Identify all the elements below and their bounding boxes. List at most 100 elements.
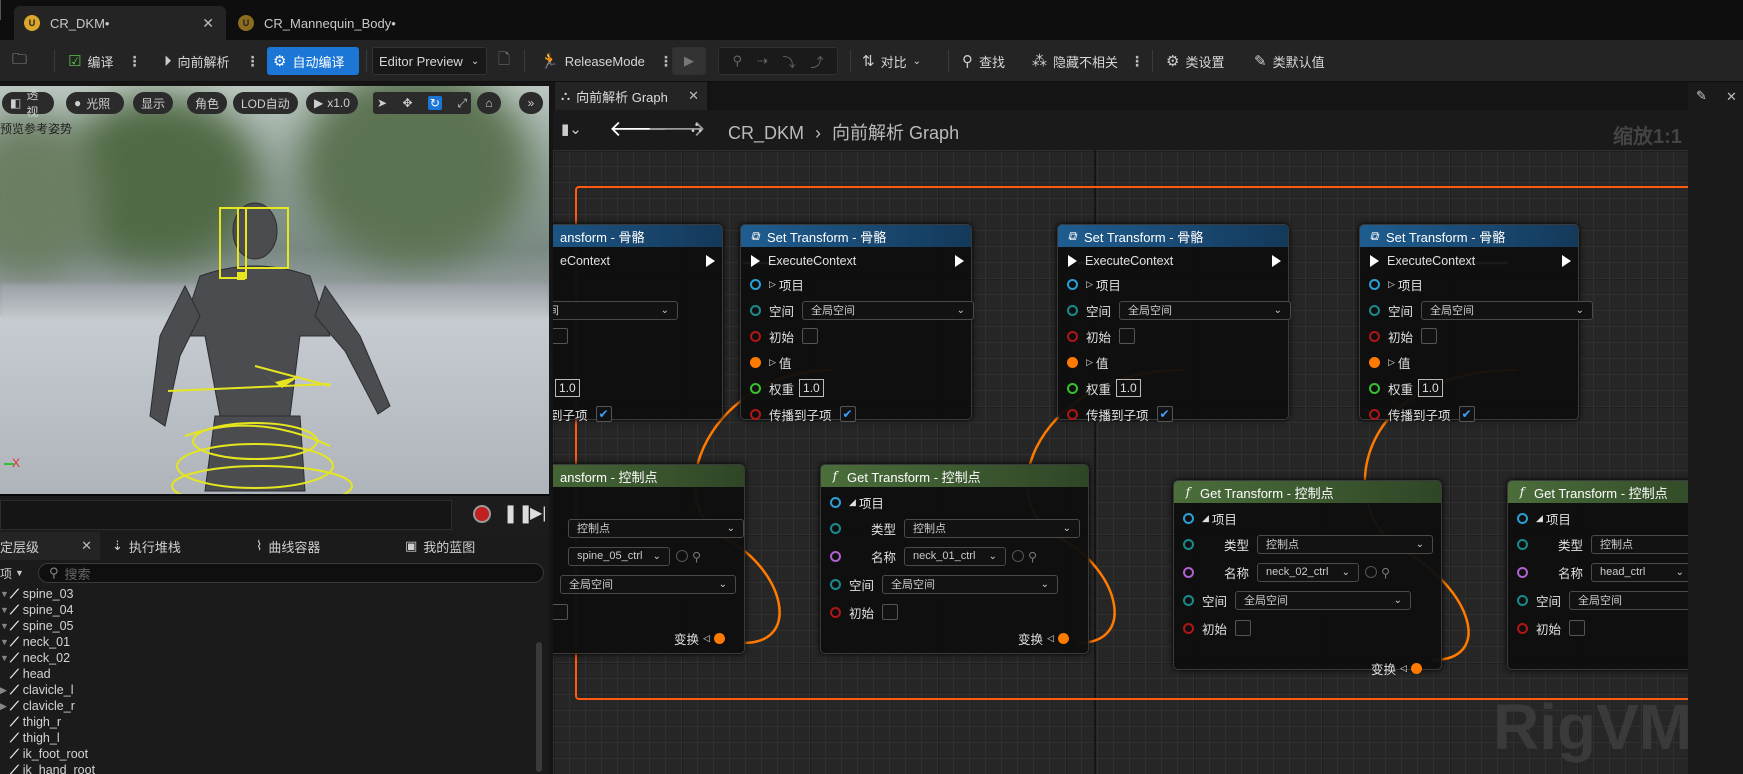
expand-arrow-icon[interactable]: ▼ [0,637,10,647]
expand-arrow-icon[interactable]: ▷ [1086,357,1093,368]
dropdown[interactable]: 全局空间 ⌄ [560,574,736,594]
dropdown[interactable]: 控制点⌄ [1257,534,1434,554]
checkbox[interactable] [1119,328,1136,344]
tree-item[interactable]: ▶ ⟋ clavicle_r [0,698,532,714]
checkbox[interactable] [1421,328,1438,344]
number-field[interactable]: 1.0 [1116,379,1141,397]
tree-item[interactable]: ▼ ⟋ neck_01 [0,634,532,650]
pin-pur-icon[interactable] [1183,566,1194,578]
checkbox[interactable]: ✔ [595,406,612,422]
pin-teal-icon[interactable] [1183,538,1194,550]
pin-cy-icon[interactable] [1369,278,1380,290]
tree-item[interactable]: ⟋ ik_foot_root [0,746,532,762]
reset-icon[interactable] [1012,550,1025,562]
expand-arrow-icon[interactable]: ◢ [849,497,856,508]
pin-orf-icon[interactable] [1067,356,1078,368]
tree-item[interactable]: ▼ ⟋ spine_05 [0,618,532,634]
pin-red-icon[interactable] [1067,408,1078,420]
set-transform-node[interactable]: ⧉ Set Transform - 骨骼 ExecuteContext ▷ 项目 空间 全局… [1359,224,1594,423]
expand-arrow-icon[interactable]: ▷ [1388,279,1395,290]
set-transform-node[interactable]: ⧉ansform - 骨骼 eContext 全局空间 ⌄ 1.0 到子项 ✔ [553,224,723,423]
pin-orf-icon[interactable] [713,632,725,644]
pin-red-icon[interactable] [750,330,761,342]
tree-item[interactable]: ⟋ thigh_l [0,730,532,746]
compile-button[interactable]: ☑ 编译 ⋮ [62,47,147,75]
dropdown[interactable]: 全局空间 ⌄ [802,300,975,320]
forward-solve-button[interactable]: ⏵ 向前解析 ⋮ [158,47,266,75]
close-icon[interactable]: ✕ [81,538,92,554]
bookmark-icon[interactable]: ▮⌄ [561,120,582,138]
dropdown[interactable]: 全局空间 ⌄ [553,300,678,320]
step-search-icon[interactable]: ⚲ [732,53,742,69]
exec-in-pin-icon[interactable] [751,255,760,267]
pin-teal-icon[interactable] [1369,304,1380,316]
tree-item[interactable]: ⟋ ik_hand_root [0,762,532,774]
expand-arrow-icon[interactable]: ▼ [0,605,10,615]
pin-teal-icon[interactable] [1067,304,1078,316]
move-tool-icon[interactable]: ✥ [402,96,412,110]
dropdown[interactable]: 控制点⌄ [1591,534,1688,554]
dropdown[interactable]: 全局空间 ⌄ [1119,300,1292,320]
preview-dropdown[interactable]: Editor Preview ⌄ [372,47,487,75]
pin-teal-icon[interactable] [1183,594,1194,606]
expand-arrow-icon[interactable]: ◢ [1202,513,1209,524]
pin-cy-icon[interactable] [1517,512,1528,524]
dropdown[interactable]: 控制点⌄ [568,518,744,538]
debug-object-button[interactable]: 🗋 [492,47,522,75]
character-mannequin[interactable] [0,86,549,494]
timeline-track[interactable] [0,500,452,530]
pin-teal-icon[interactable] [830,578,841,590]
filter-dropdown[interactable]: 项 ▼ [0,563,30,583]
checkbox[interactable]: ✔ [839,406,856,422]
expand-arrow-icon[interactable]: ▶ [0,701,10,712]
exec-out-pin-icon[interactable] [1562,255,1571,267]
pin-pur-icon[interactable] [830,550,841,562]
pin-red-icon[interactable] [750,408,761,420]
find-button[interactable]: ⚲ 查找 [956,47,1011,75]
tree-item[interactable]: ▼ ⟋ neck_02 [0,650,532,666]
browse-icon[interactable]: ⚲ [1028,549,1037,564]
expand-arrow-icon[interactable]: ▼ [0,653,10,663]
get-transform-node[interactable]: fGet Transform - 控制点◢项目类型控制点⌄名称head_ctrl… [1507,480,1688,670]
expand-arrow-icon[interactable]: ▶ [0,685,10,696]
close-icon[interactable]: ✕ [1726,89,1737,105]
select-tool-icon[interactable]: ➤ [377,96,387,110]
reset-icon[interactable] [1365,566,1378,578]
exec-out-pin-icon[interactable] [706,255,715,267]
tab-curve-container[interactable]: ⌇ 曲线容器 [256,532,320,560]
tab-execution-stack[interactable]: ⇣ 执行堆栈 [112,532,181,560]
dropdown[interactable]: 控制点⌄ [904,518,1081,538]
exec-out-pin-icon[interactable] [1272,255,1281,267]
browse-icon[interactable]: ⚲ [692,549,701,564]
auto-compile-button[interactable]: ⚙ 自动编译 [267,47,359,75]
checkbox[interactable] [1569,620,1586,636]
hide-unrelated-button[interactable]: ⁂ 隐藏不相关 ⋮ [1026,47,1150,75]
pin-red-icon[interactable] [1369,330,1380,342]
checkbox[interactable] [882,604,899,620]
release-mode-button[interactable]: 🏃 ReleaseMode ⋮ [534,47,679,75]
checkbox[interactable] [802,328,819,344]
step-over-icon[interactable]: ⇢ [757,53,768,69]
pin-orf-icon[interactable] [1057,632,1069,644]
breadcrumb-leaf[interactable]: 向前解析 Graph [832,123,959,143]
more-options-icon[interactable]: ⋮ [659,53,673,70]
exec-out-pin-icon[interactable] [955,255,964,267]
step-into-icon[interactable]: ⤵ [783,52,796,71]
dropdown[interactable]: 全局空间 ⌄ [1421,300,1594,320]
pin-red-icon[interactable] [1369,408,1380,420]
close-icon[interactable]: ✕ [202,15,214,32]
breadcrumb-root[interactable]: CR_DKM [728,123,804,143]
pin-cy-icon[interactable] [750,278,761,290]
pin-orf-icon[interactable] [1410,662,1422,674]
more-options-icon[interactable]: ⋮ [1130,53,1144,70]
get-transform-node[interactable]: f Get Transform - 控制点 ◢ 项目 类型 控制点 ⌄ 名称 neck_01_c… [820,464,1089,654]
class-settings-button[interactable]: ⚙ 类设置 [1160,47,1230,75]
diff-dropdown[interactable]: ⇅ 对比 ⌄ [856,47,927,75]
tree-item[interactable]: ▼ ⟋ spine_04 [0,602,532,618]
tree-item[interactable]: ▶ ⟋ clavicle_l [0,682,532,698]
rotate-tool-icon[interactable]: ↻ [427,96,442,110]
expand-arrow-icon[interactable]: ▷ [769,357,776,368]
pin-red-icon[interactable] [1183,622,1194,634]
tab-my-blueprint[interactable]: ▣ 我的蓝图 [405,532,475,560]
dropdown[interactable]: neck_01_ctrl ⌄ [904,546,1007,566]
